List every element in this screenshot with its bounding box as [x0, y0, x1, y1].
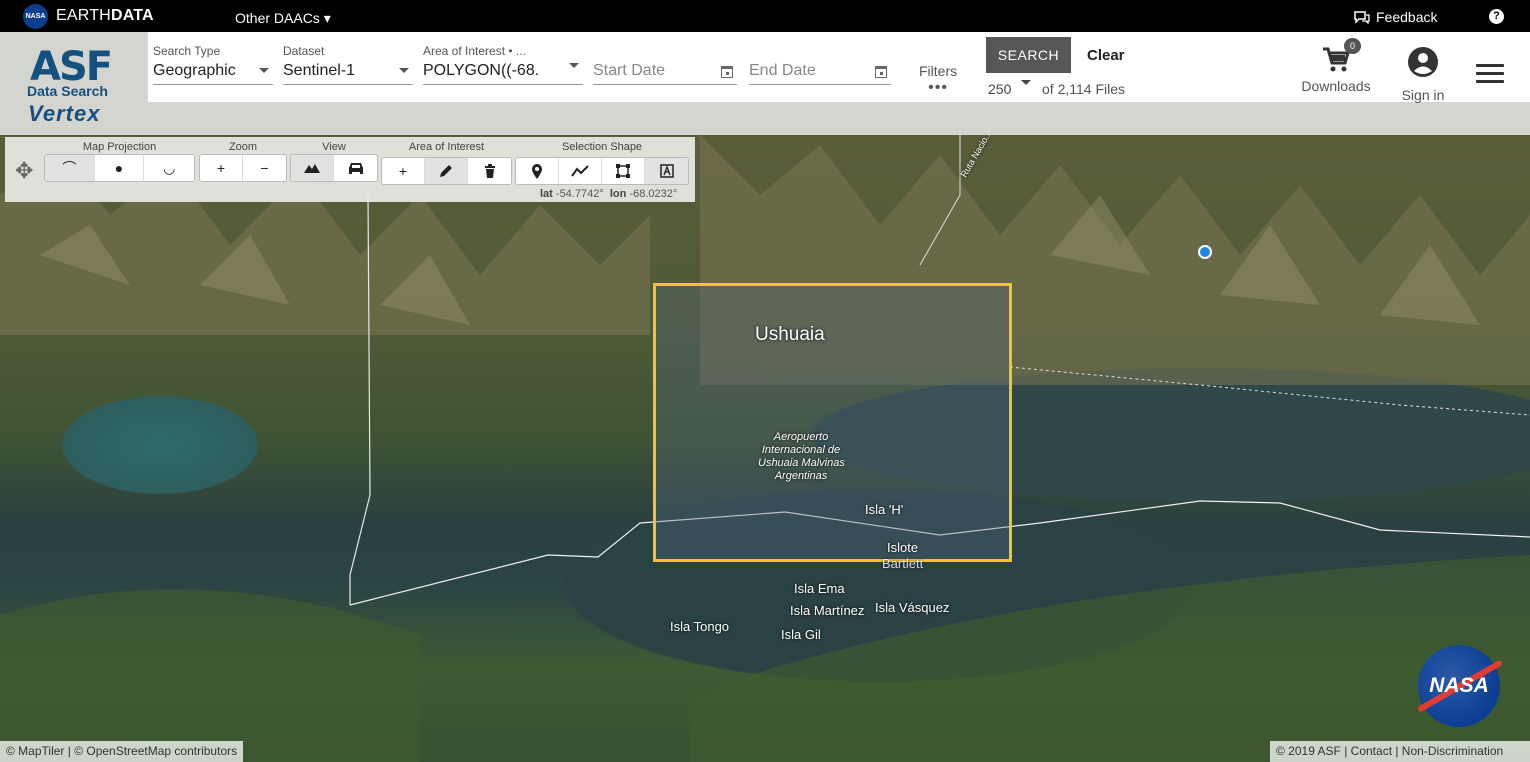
map-label-airport: Aeropuerto Internacional de Ushuaia Malv…	[758, 431, 845, 483]
view-group: View	[290, 137, 378, 182]
dataset-select[interactable]: Dataset Sentinel-1	[283, 44, 413, 85]
data-search-logo-text: Data Search	[27, 83, 108, 99]
lon-label: lon	[609, 188, 627, 200]
map-label-airport-line: Argentinas	[774, 470, 828, 482]
pencil-icon[interactable]	[425, 158, 468, 184]
map-attribution[interactable]: © MapTiler | © OpenStreetMap contributor…	[0, 741, 244, 762]
zoom-out-button[interactable]: −	[243, 155, 286, 181]
area-of-interest-title: Area of Interest	[408, 141, 485, 153]
globe-icon[interactable]: ●	[95, 155, 145, 181]
add-aoi-button[interactable]: +	[382, 158, 425, 184]
chevron-down-icon	[399, 68, 409, 73]
search-type-select[interactable]: Search Type Geographic	[153, 44, 273, 85]
feedback-label: Feedback	[1376, 9, 1438, 25]
asf-vertex-logo[interactable]: ASF Data Search Vertex	[22, 44, 132, 128]
sign-in-label: Sign in	[1401, 87, 1445, 103]
vertex-logo-text: Vertex	[28, 101, 101, 126]
map-label-isla-h: Isla 'H'	[865, 502, 904, 517]
trash-icon[interactable]	[468, 158, 511, 184]
dataset-value: Sentinel-1	[283, 62, 356, 79]
map-label-bartlett: Bartlett	[882, 556, 924, 571]
files-count: of 2,114 Files	[1042, 81, 1126, 97]
downloads-count-badge: 0	[1344, 38, 1361, 54]
end-date-placeholder: End Date	[749, 62, 816, 79]
map-label-isla-tongo: Isla Tongo	[670, 619, 730, 634]
zoom-title: Zoom	[228, 141, 258, 153]
point-marker-icon[interactable]	[516, 158, 559, 184]
calendar-icon[interactable]	[721, 66, 733, 78]
map-view[interactable]: Ushuaia Aeropuerto Internacional de Ushu…	[0, 135, 1530, 762]
earthdata-prefix: EARTH	[56, 7, 111, 24]
area-of-interest-group: Area of Interest +	[381, 137, 512, 185]
calendar-icon[interactable]	[875, 66, 887, 78]
end-date-field[interactable]: End Date	[749, 44, 891, 85]
map-projection-title: Map Projection	[82, 141, 157, 153]
map-label-isla-martinez: Isla Martínez	[790, 603, 865, 618]
map-label-ushuaia: Ushuaia	[755, 324, 825, 345]
map-label-isla-gil: Isla Gil	[781, 627, 821, 642]
map-label-isla-vasquez: Isla Vásquez	[875, 600, 950, 615]
start-date-placeholder: Start Date	[593, 62, 666, 79]
satellite-view-icon[interactable]	[291, 155, 334, 181]
aoi-value: POLYGON((-68.	[423, 62, 540, 79]
map-label-airport-line: Ushuaia Malvinas	[758, 457, 845, 469]
cursor-coordinates: lat -54.7742° lon -68.0232°	[540, 188, 677, 200]
search-type-value: Geographic	[153, 62, 236, 79]
chevron-down-icon[interactable]	[1021, 80, 1031, 85]
dataset-label: Dataset	[283, 44, 325, 58]
arctic-projection-icon[interactable]: ⌒	[45, 155, 95, 181]
selection-shape-group: Selection Shape	[515, 137, 689, 185]
move-icon[interactable]: ✥	[15, 158, 33, 184]
linestring-icon[interactable]	[559, 158, 602, 184]
box-selection-icon[interactable]	[645, 158, 688, 184]
area-of-interest-polygon[interactable]	[653, 283, 1012, 562]
lon-value: -68.0232°	[629, 188, 678, 200]
selection-shape-title: Selection Shape	[561, 141, 643, 153]
nasa-logo-text: NASA	[1429, 674, 1489, 697]
max-results-select[interactable]: 250	[988, 81, 1011, 97]
nasa-logo: NASA	[1418, 645, 1500, 727]
lat-value: -54.7742°	[555, 188, 604, 200]
filters-label: Filters	[919, 63, 958, 79]
footer-links[interactable]: © 2019 ASF | Contact | Non-Discriminatio…	[1270, 741, 1530, 762]
map-toolbar: ✥ Map Projection ⌒ ● ◡ Zoom + − View Are…	[5, 137, 695, 202]
lat-label: lat	[540, 188, 553, 200]
clear-button[interactable]: Clear	[1087, 47, 1125, 64]
downloads-label: Downloads	[1301, 78, 1371, 94]
street-view-icon[interactable]	[334, 155, 377, 181]
map-projection-group: Map Projection ⌒ ● ◡	[44, 137, 195, 182]
filters-button[interactable]: Filters •••	[919, 63, 958, 96]
nasa-badge-icon[interactable]: NASA	[23, 4, 48, 29]
earthdata-link[interactable]: EARTHDATA	[56, 7, 154, 25]
downloads-button[interactable]: Downloads	[1300, 44, 1372, 94]
feedback-link[interactable]: Feedback	[1353, 9, 1437, 25]
start-date-field[interactable]: Start Date	[593, 44, 737, 85]
account-icon	[1408, 47, 1438, 77]
aoi-label: Area of Interest • ...	[423, 44, 526, 58]
view-title: View	[322, 141, 346, 153]
sign-in-button[interactable]: Sign in	[1400, 46, 1446, 103]
map-label-islote: Islote	[887, 540, 919, 555]
map-label-airport-line: Aeropuerto	[773, 431, 829, 443]
more-dots-icon: •••	[928, 79, 948, 96]
search-type-label: Search Type	[153, 44, 221, 58]
map-label-airport-line: Internacional de	[761, 444, 841, 456]
polygon-icon[interactable]	[602, 158, 645, 184]
other-daacs-menu[interactable]: Other DAACs ▾	[235, 10, 331, 27]
search-button[interactable]: SEARCH	[986, 37, 1071, 73]
menu-icon[interactable]	[1476, 64, 1504, 84]
map-label-isla-ema: Isla Ema	[794, 581, 845, 596]
zoom-in-button[interactable]: +	[200, 155, 243, 181]
help-icon[interactable]: ?	[1489, 9, 1504, 24]
chevron-down-icon	[259, 68, 269, 73]
earthdata-suffix: DATA	[110, 7, 154, 24]
top-bar: NASA EARTHDATA Other DAACs ▾ Feedback ?	[0, 0, 1530, 32]
chevron-down-icon[interactable]	[569, 63, 579, 68]
zoom-group: Zoom + −	[199, 137, 287, 182]
antarctic-projection-icon[interactable]: ◡	[144, 155, 194, 181]
area-of-interest-field[interactable]: Area of Interest • ... POLYGON((-68.	[423, 44, 583, 85]
location-marker-icon[interactable]	[1198, 245, 1212, 259]
feedback-icon	[1354, 11, 1370, 24]
